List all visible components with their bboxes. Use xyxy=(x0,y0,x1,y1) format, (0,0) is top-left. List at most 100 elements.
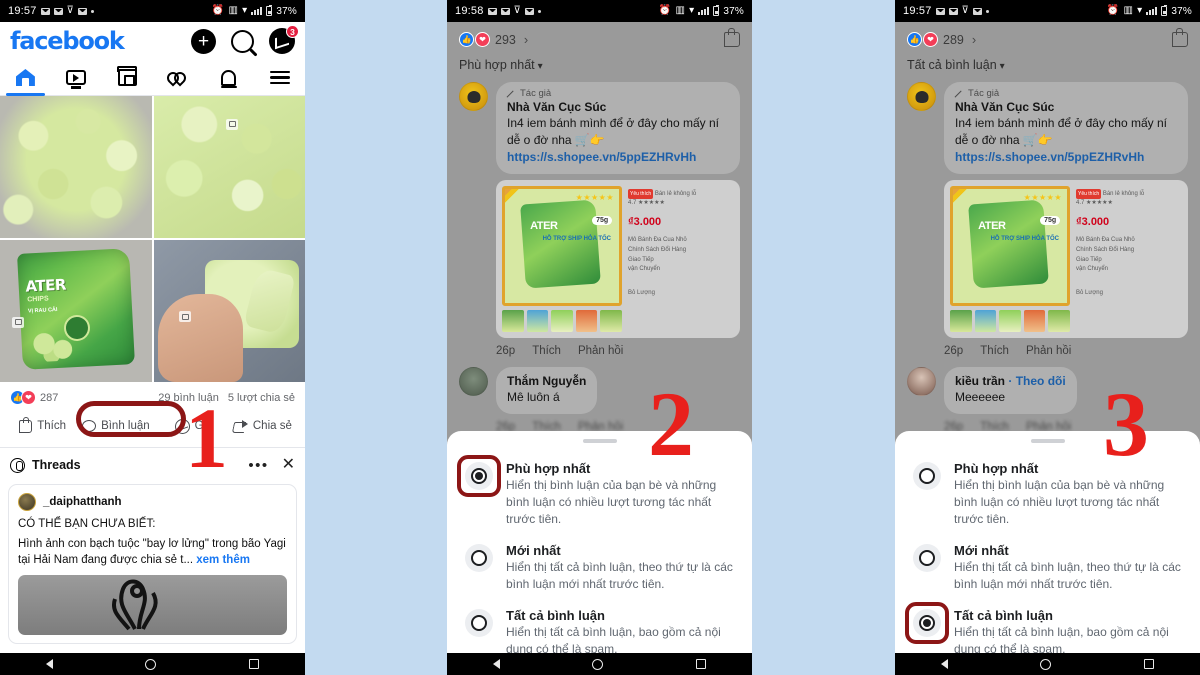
wifi-weak-icon: ⊽ xyxy=(961,5,970,16)
back-triangle-icon[interactable] xyxy=(941,659,949,669)
messenger-icon[interactable]: 3 xyxy=(269,25,299,54)
wifi-weak-icon: ⊽ xyxy=(513,5,522,16)
radio-wrapper[interactable] xyxy=(465,608,493,637)
add-post-icon[interactable]: + xyxy=(191,28,216,54)
radio-button[interactable] xyxy=(471,549,487,566)
close-icon[interactable]: ✕ xyxy=(282,457,295,473)
back-triangle-icon[interactable] xyxy=(46,659,54,669)
radio-wrapper[interactable] xyxy=(913,461,941,490)
post-photo-3[interactable]: ATER CHIPS VỊ RAU CẢI xyxy=(0,240,152,382)
product-preview-card[interactable]: ★★★★★ ATER 75g HỖ TRỢ SHIP HỎA TỐC Yêu t… xyxy=(944,179,1188,338)
sort-label: Phù hợp nhất xyxy=(459,58,535,72)
tab-home[interactable] xyxy=(0,60,51,96)
tab-dating[interactable] xyxy=(152,60,203,95)
comment-timestamp: 26p xyxy=(944,344,964,357)
comment-author-name[interactable]: Thắm Nguyễn xyxy=(507,373,586,389)
threads-image[interactable] xyxy=(18,575,287,636)
comment-reply-action[interactable]: Phản hồi xyxy=(1026,345,1071,357)
sort-bottom-sheet-3: Phù hợp nhất Hiển thị bình luận của bạn … xyxy=(895,430,1200,675)
radio-wrapper[interactable] xyxy=(905,601,949,644)
threads-username[interactable]: _daiphatthanh xyxy=(43,496,122,508)
sheet-option-most-relevant[interactable]: Phù hợp nhất Hiển thị bình luận của bạn … xyxy=(447,453,752,535)
sheet-grabber[interactable] xyxy=(582,438,617,443)
avatar[interactable] xyxy=(459,366,488,396)
home-circle-icon[interactable] xyxy=(1040,658,1052,670)
follow-link[interactable]: Theo dõi xyxy=(1016,374,1066,388)
home-icon xyxy=(15,69,35,86)
sheet-option-newest[interactable]: Mới nhất Hiển thị tất cả bình luận, theo… xyxy=(447,535,752,600)
comment-author-name[interactable]: Nhà Văn Cục Súc xyxy=(507,99,729,115)
recents-square-icon[interactable] xyxy=(248,659,259,669)
home-circle-icon[interactable] xyxy=(592,658,604,670)
comment-count[interactable]: 29 bình luận xyxy=(158,392,219,404)
hearts-icon xyxy=(164,69,189,86)
comment-author-name[interactable]: Nhà Văn Cục Súc xyxy=(955,99,1177,115)
reaction-summary-row[interactable]: 👍 ❤ 293 › xyxy=(447,22,752,47)
like-button[interactable] xyxy=(724,28,740,47)
phone-screenshot-1: 19:57 ⊽ ⏰ ▥ ▾ 37% facebook + 3 ATER CHIP… xyxy=(0,0,305,675)
radio-button[interactable] xyxy=(471,614,487,631)
radio-button[interactable] xyxy=(919,549,935,566)
post-photo-2[interactable] xyxy=(153,96,305,238)
comment-reply-action[interactable]: Phản hồi xyxy=(578,345,623,357)
avatar[interactable] xyxy=(907,366,936,396)
sheet-option-newest[interactable]: Mới nhất Hiển thị tất cả bình luận, theo… xyxy=(895,535,1200,600)
signal-icon xyxy=(251,7,263,15)
more-options-icon[interactable]: ••• xyxy=(248,458,268,473)
android-nav-bar-2 xyxy=(447,653,752,675)
like-button[interactable] xyxy=(1172,28,1188,47)
reaction-summary-row[interactable]: 👍 ❤ 289 › xyxy=(895,22,1200,47)
comment-like-action[interactable]: Thích xyxy=(980,345,1009,357)
comment-button[interactable]: Bình luận xyxy=(79,413,152,439)
signal-icon xyxy=(698,7,710,15)
dot-icon xyxy=(91,9,95,13)
see-more-link[interactable]: xem thêm xyxy=(196,554,250,566)
product-vertical-text: HỖ TRỢ SHIP HỎA TỐC xyxy=(990,236,1060,243)
alarm-icon: ⏰ xyxy=(658,5,672,16)
radio-wrapper[interactable] xyxy=(465,543,493,572)
comment-link[interactable]: https://s.shopee.vn/5ppEZHRvHh xyxy=(507,149,729,166)
status-time: 19:58 xyxy=(455,5,484,17)
avatar xyxy=(18,493,36,511)
avatar[interactable] xyxy=(907,82,936,111)
sort-selector-2[interactable]: Phù hợp nhất ▾ xyxy=(447,47,752,78)
reaction-summary[interactable]: 👍 ❤ 289 › xyxy=(907,32,976,47)
threads-card[interactable]: _daiphatthanh CÓ THỂ BẠN CHƯA BIẾT: Hình… xyxy=(8,484,297,645)
send-button[interactable]: G xyxy=(153,413,226,439)
post-action-row: Thích Bình luận G Chia sẻ xyxy=(0,409,305,448)
post-photo-4[interactable] xyxy=(153,240,305,382)
comment-author-name[interactable]: kiều trần · Theo dõi xyxy=(955,373,1066,389)
back-triangle-icon[interactable] xyxy=(493,659,501,669)
tab-video[interactable] xyxy=(51,60,102,95)
search-icon[interactable] xyxy=(231,29,254,53)
product-thumbnail-strip[interactable] xyxy=(950,309,1070,332)
post-photo-1[interactable] xyxy=(0,96,152,238)
sheet-grabber[interactable] xyxy=(1030,438,1065,443)
recents-square-icon[interactable] xyxy=(695,659,706,669)
comment-bubble: kiều trần · Theo dõi Meeeeee xyxy=(944,366,1077,414)
reaction-summary[interactable]: 👍 ❤ 293 › xyxy=(459,32,528,47)
tab-marketplace[interactable] xyxy=(102,60,153,95)
tab-notifications[interactable] xyxy=(203,60,254,95)
sheet-option-most-relevant[interactable]: Phù hợp nhất Hiển thị bình luận của bạn … xyxy=(895,453,1200,535)
radio-button[interactable] xyxy=(919,467,935,484)
radio-wrapper[interactable] xyxy=(913,543,941,572)
product-thumbnail-strip[interactable] xyxy=(502,309,622,332)
post-photo-grid[interactable]: ATER CHIPS VỊ RAU CẢI xyxy=(0,96,305,382)
facebook-logo: facebook xyxy=(10,27,125,55)
share-button[interactable]: Chia sẻ xyxy=(226,413,299,439)
like-button[interactable]: Thích xyxy=(6,413,79,439)
tab-menu[interactable] xyxy=(254,60,305,95)
share-count[interactable]: 5 lượt chia sẻ xyxy=(228,392,295,404)
reaction-count[interactable]: 287 xyxy=(40,392,58,404)
highlight-box xyxy=(457,454,501,497)
product-preview-card[interactable]: ★★★★★ ATER 75g HỖ TRỢ SHIP HỎA TỐC Yêu t… xyxy=(496,179,740,338)
comment-link[interactable]: https://s.shopee.vn/5ppEZHRvHh xyxy=(955,149,1177,166)
recents-square-icon[interactable] xyxy=(1143,659,1154,669)
comment-like-action[interactable]: Thích xyxy=(532,345,561,357)
home-circle-icon[interactable] xyxy=(145,658,157,670)
product-weight: 75g xyxy=(592,215,613,225)
sort-selector-3[interactable]: Tất cả bình luận ▾ xyxy=(895,47,1200,78)
avatar[interactable] xyxy=(459,82,488,111)
radio-wrapper[interactable] xyxy=(457,454,501,497)
